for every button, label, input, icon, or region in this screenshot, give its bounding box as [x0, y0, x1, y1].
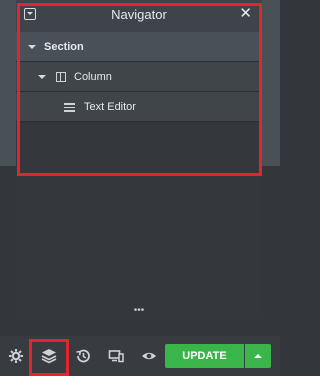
navigator-title: Navigator	[111, 7, 167, 22]
tree-item-text-editor[interactable]: Text Editor	[16, 92, 262, 122]
caret-up-icon	[254, 354, 262, 358]
navigator-header[interactable]: Navigator ✕	[16, 0, 262, 32]
text-align-icon	[64, 103, 75, 112]
responsive-icon[interactable]	[108, 348, 124, 364]
eye-icon[interactable]	[141, 348, 157, 364]
layers-icon[interactable]	[41, 348, 57, 364]
update-button[interactable]: UPDATE	[165, 344, 244, 368]
navigator-panel: Navigator ✕ Section Column Text Editor •…	[16, 0, 262, 318]
update-options-button[interactable]	[245, 344, 271, 368]
footer-toolbar: UPDATE	[0, 336, 280, 376]
column-icon	[56, 72, 66, 82]
close-icon[interactable]: ✕	[239, 6, 252, 22]
tree-item-section[interactable]: Section	[16, 32, 262, 62]
tree-item-label: Section	[44, 41, 84, 53]
caret-down-icon[interactable]	[28, 45, 36, 49]
history-icon[interactable]	[75, 348, 91, 364]
tree-item-label: Column	[74, 71, 112, 83]
caret-down-icon[interactable]	[38, 75, 46, 79]
resize-handle[interactable]: •••	[16, 306, 262, 318]
tree-item-label: Text Editor	[84, 101, 136, 113]
tree-item-column[interactable]: Column	[16, 62, 262, 92]
gear-icon[interactable]	[8, 348, 24, 364]
